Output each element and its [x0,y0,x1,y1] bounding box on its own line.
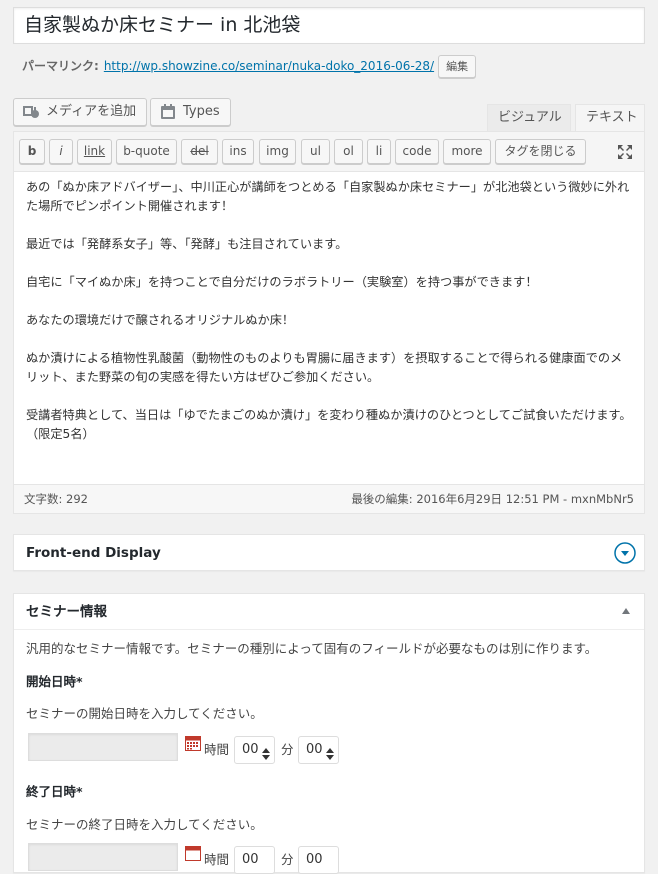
qt-li-button[interactable]: li [367,139,391,164]
collapse-arrow-icon[interactable] [622,608,630,614]
add-media-label: メディアを追加 [46,104,137,119]
types-button[interactable]: Types [150,98,231,126]
add-media-button[interactable]: メディアを追加 [13,98,148,126]
end-hour-select[interactable]: 00 [234,846,275,874]
calendar-icon[interactable] [185,736,201,751]
end-minute-unit: 分 [281,852,294,867]
chevron-down-icon[interactable] [614,542,636,564]
types-icon [159,103,177,121]
end-hour-value: 00 [242,852,259,867]
permalink-label: パーマリンク: [22,59,99,73]
end-datetime-label: 終了日時* [26,784,83,799]
start-date-input[interactable] [28,733,178,761]
editor-content-textarea[interactable]: あの「ぬか床アドバイザー」、中川正心が講師をつとめる「自家製ぬか床セミナー」が北… [14,172,644,484]
permalink-row: パーマリンク: http://wp.showzine.co/seminar/nu… [22,54,477,78]
types-label: Types [183,104,220,119]
word-count: 文字数: 292 [24,492,88,506]
content-paragraph: 自宅に「マイぬか床」を持つことで自分だけのラボラトリー（実験室）を持つ事ができま… [26,275,538,289]
qt-img-button[interactable]: img [259,139,296,164]
start-datetime-label: 開始日時* [26,674,83,689]
front-end-display-title: Front-end Display [26,545,161,561]
seminar-info-title: セミナー情報 [26,604,107,620]
front-end-display-box: Front-end Display [13,534,645,571]
select-arrows-icon [326,744,334,760]
tab-visual[interactable]: ビジュアル [487,104,571,131]
qt-code-button[interactable]: code [395,139,439,164]
qt-italic-button[interactable]: i [49,139,73,164]
start-minute-unit: 分 [281,742,294,757]
start-datetime-help: セミナーの開始日時を入力してください。 [26,706,263,721]
qt-more-button[interactable]: more [443,139,491,164]
permalink-edit-button[interactable]: 編集 [438,54,477,78]
editor-status-bar: 文字数: 292 最後の編集: 2016年6月29日 12:51 PM - mx… [14,484,644,513]
end-minute-value: 00 [306,852,323,867]
end-datetime-help: セミナーの終了日時を入力してください。 [26,817,263,832]
seminar-info-header[interactable]: セミナー情報 [14,594,644,630]
content-paragraph: 最近では「発酵系女子」等、「発酵」も注目されています。 [26,237,348,251]
permalink-url[interactable]: http://wp.showzine.co/seminar/nuka-doko_… [104,55,434,77]
qt-bquote-button[interactable]: b-quote [116,139,177,164]
seminar-info-description: 汎用的なセミナー情報です。セミナーの種別によって固有のフィールドが必要なものは別… [26,641,598,656]
start-minute-select[interactable]: 00 [298,736,339,764]
qt-bold-button[interactable]: b [19,139,45,164]
content-paragraph: ぬか漬けによる植物性乳酸菌（動物性のものよりも胃腸に届きます）を摂取することで得… [26,351,623,384]
quicktags-toolbar: b i link b-quote del ins img ul ol li co… [14,132,644,172]
qt-ins-button[interactable]: ins [222,139,254,164]
qt-ol-button[interactable]: ol [334,139,363,164]
seminar-info-box: セミナー情報 汎用的なセミナー情報です。セミナーの種別によって固有のフィールドが… [13,593,645,874]
qt-ul-button[interactable]: ul [301,139,330,164]
fullscreen-icon[interactable] [616,143,634,161]
content-paragraph: あなたの環境だけで醸されるオリジナルぬか床！ [26,313,295,327]
qt-del-button[interactable]: del [181,139,218,164]
select-arrows-icon [262,744,270,760]
end-date-input[interactable] [28,843,178,871]
front-end-display-header[interactable]: Front-end Display [14,535,644,571]
calendar-icon[interactable] [185,846,201,861]
qt-close-tags-button[interactable]: タグを閉じる [495,139,586,164]
start-hour-unit: 時間 [204,742,230,757]
end-minute-select[interactable]: 00 [298,846,339,874]
last-edit-info: 最後の編集: 2016年6月29日 12:51 PM - mxnMbNr5 [351,492,634,506]
tab-text[interactable]: テキスト [575,104,645,131]
start-hour-value: 00 [242,742,259,757]
text-editor: b i link b-quote del ins img ul ol li co… [13,131,645,514]
content-paragraph: あの「ぬか床アドバイザー」、中川正心が講師をつとめる「自家製ぬか床セミナー」が北… [26,180,630,213]
media-icon [22,103,40,121]
qt-link-button[interactable]: link [77,139,112,164]
start-minute-value: 00 [306,742,323,757]
start-hour-select[interactable]: 00 [234,736,275,764]
content-paragraph: 受講者特典として、当日は「ゆでたまごのぬか漬け」を変わり種ぬか漬けのひとつとして… [26,408,632,441]
end-hour-unit: 時間 [204,852,230,867]
post-title-input[interactable]: 自家製ぬか床セミナー in 北池袋 [13,7,645,44]
